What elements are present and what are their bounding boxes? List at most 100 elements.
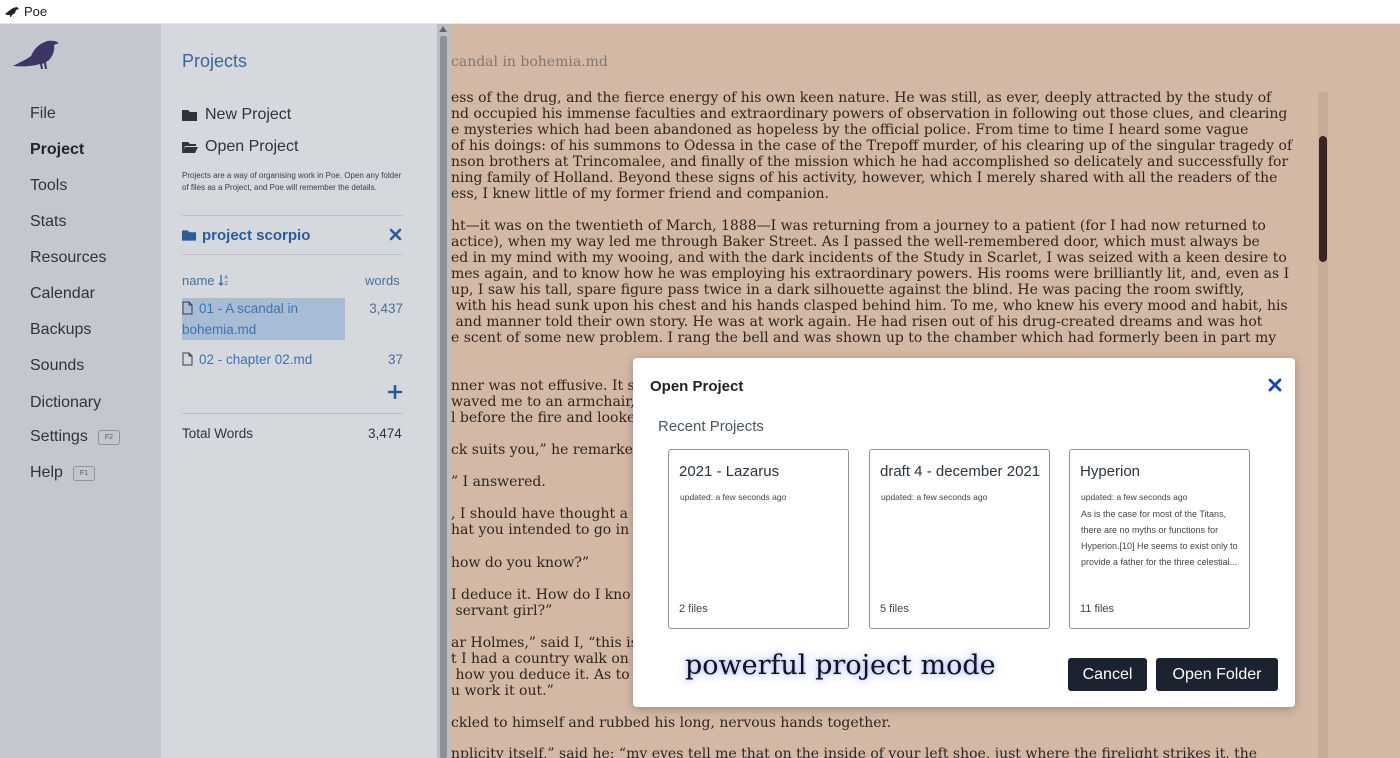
nav-settings[interactable]: Settings F2 xyxy=(30,428,120,446)
text-line: ed in my mind with my wooing, and with t… xyxy=(451,250,1287,266)
text-line: mes again, and to know how he was employ… xyxy=(451,266,1290,282)
nav-stats[interactable]: Stats xyxy=(30,213,66,231)
nav-help-label: Help xyxy=(30,464,63,481)
settings-shortcut-badge: F2 xyxy=(97,429,120,445)
sort-icon: A Z xyxy=(218,275,229,287)
nav-project-label: Project xyxy=(30,141,85,158)
card-file-count: 2 files xyxy=(679,603,708,615)
nav-file-label: File xyxy=(30,105,56,122)
folder-icon xyxy=(182,230,197,241)
nav-calendar[interactable]: Calendar xyxy=(30,285,95,303)
divider xyxy=(182,215,403,216)
nav-resources-label: Resources xyxy=(30,249,107,266)
name-column-label: name xyxy=(182,273,215,288)
file-name[interactable]: 02 - chapter 02.md xyxy=(182,349,312,370)
nav-tools-label: Tools xyxy=(30,177,68,194)
nav-calendar-label: Calendar xyxy=(30,285,95,302)
title-bar: Poe xyxy=(0,0,1400,24)
folder-open-icon xyxy=(182,141,198,153)
cancel-button[interactable]: Cancel xyxy=(1068,658,1147,691)
editor-scrollbar[interactable] xyxy=(1318,92,1328,758)
current-project-name[interactable]: project scorpio xyxy=(182,227,310,244)
nav-sounds[interactable]: Sounds xyxy=(30,357,84,375)
help-shortcut-badge: F1 xyxy=(72,465,96,481)
text-line: actice), when my way led me through Bake… xyxy=(451,234,1260,250)
folder-icon xyxy=(182,109,197,121)
card-description: As is the case for most of the Titans, t… xyxy=(1081,509,1238,567)
projects-panel-title: Projects xyxy=(182,51,248,71)
nav-tools[interactable]: Tools xyxy=(30,177,67,195)
nav-dictionary-label: Dictionary xyxy=(30,394,102,411)
recent-project-card[interactable]: Hyperion updated: a few seconds ago As i… xyxy=(1069,449,1250,629)
file-name-label: 02 - chapter 02.md xyxy=(199,352,313,367)
file-name-label: 01 - A scandal in bohemia.md xyxy=(182,301,299,337)
nav-backups[interactable]: Backups xyxy=(30,321,91,339)
card-file-count: 5 files xyxy=(880,603,909,615)
nav-settings-label: Settings xyxy=(30,428,88,445)
card-updated: updated: a few seconds ago xyxy=(1081,492,1188,502)
text-line: ning family of Holland. Beyond these sig… xyxy=(451,170,1278,186)
text-line: ckled to himself and rubbed his long, ne… xyxy=(451,715,892,731)
document-icon xyxy=(182,301,193,315)
file-row[interactable]: 02 - chapter 02.md 37 xyxy=(182,349,403,371)
text-line: with his head sunk upon his chest and hi… xyxy=(451,298,1288,314)
file-name-selected[interactable]: 01 - A scandal in bohemia.md xyxy=(182,298,345,340)
svg-text:Z: Z xyxy=(225,281,229,286)
nav-resources[interactable]: Resources xyxy=(30,249,106,267)
text-line: ht—it was on the twentieth of March, 188… xyxy=(451,218,1266,234)
recent-projects-label: Recent Projects xyxy=(658,418,764,435)
panel-scrollbar-thumb[interactable] xyxy=(440,36,447,758)
nav-stats-label: Stats xyxy=(30,213,67,230)
main-nav: File Project Tools Stats Resources Calen… xyxy=(0,24,161,758)
text-line: e mysteries which had been abandoned as … xyxy=(451,122,1249,138)
divider xyxy=(182,254,403,255)
card-title: Hyperion xyxy=(1080,463,1141,480)
close-project-icon[interactable] xyxy=(389,228,402,241)
editor-scrollbar-thumb[interactable] xyxy=(1319,136,1327,262)
text-line: and manner told their own story. He was … xyxy=(451,314,1263,330)
add-file-icon[interactable] xyxy=(388,385,402,399)
nav-help[interactable]: Help F1 xyxy=(30,464,96,482)
nav-file[interactable]: File xyxy=(30,105,56,123)
card-updated: updated: a few seconds ago xyxy=(881,492,988,502)
open-folder-button[interactable]: Open Folder xyxy=(1156,658,1278,691)
text-line: nson brothers at Trincomalee, and finall… xyxy=(451,154,1289,170)
total-words-label: Total Words xyxy=(182,426,254,441)
raven-app-icon xyxy=(5,6,19,17)
file-word-count: 37 xyxy=(387,352,403,367)
card-title: 2021 - Lazarus xyxy=(679,463,780,480)
open-project-button[interactable]: Open Project xyxy=(182,138,298,156)
document-icon xyxy=(182,352,193,366)
scroll-up-arrow-icon[interactable] xyxy=(439,26,447,32)
window-title: Poe xyxy=(24,4,48,19)
text-line: nd occupied his immense faculties and ex… xyxy=(451,106,1288,122)
text-line: ess, I knew little of my former friend a… xyxy=(451,186,829,202)
name-column-header[interactable]: name A Z xyxy=(182,273,231,288)
words-column-header[interactable]: words xyxy=(365,273,400,288)
divider xyxy=(182,413,403,414)
card-file-count: 11 files xyxy=(1080,603,1115,615)
recent-project-card[interactable]: draft 4 - december 2021 updated: a few s… xyxy=(869,449,1050,629)
nav-sounds-label: Sounds xyxy=(30,357,85,374)
text-line: ess of the drug, and the fierce energy o… xyxy=(451,90,1272,106)
projects-panel: Projects New Project Open Project Projec… xyxy=(161,24,437,758)
open-project-label: Open Project xyxy=(205,138,299,155)
document-title: candal in bohemia.md xyxy=(451,54,608,70)
nav-backups-label: Backups xyxy=(30,321,92,338)
card-updated: updated: a few seconds ago xyxy=(680,492,787,502)
total-words-value: 3,474 xyxy=(368,426,402,441)
panel-scrollbar[interactable] xyxy=(437,24,450,758)
text-line: of his doings: of his summons to Odessa … xyxy=(451,138,1293,154)
nav-dictionary[interactable]: Dictionary xyxy=(30,394,101,412)
new-project-label: New Project xyxy=(205,106,292,123)
dialog-title: Open Project xyxy=(650,378,744,395)
current-project-label: project scorpio xyxy=(202,227,311,244)
nav-project[interactable]: Project xyxy=(30,141,84,159)
close-icon[interactable] xyxy=(1268,378,1282,392)
new-project-button[interactable]: New Project xyxy=(182,106,291,124)
raven-logo-icon xyxy=(13,40,59,69)
file-row[interactable]: 01 - A scandal in bohemia.md 3,437 xyxy=(182,298,403,342)
recent-project-card[interactable]: 2021 - Lazarus updated: a few seconds ag… xyxy=(668,449,849,629)
text-line: e scent of some new problem. I rang the … xyxy=(451,330,1277,346)
file-word-count: 3,437 xyxy=(369,301,403,316)
